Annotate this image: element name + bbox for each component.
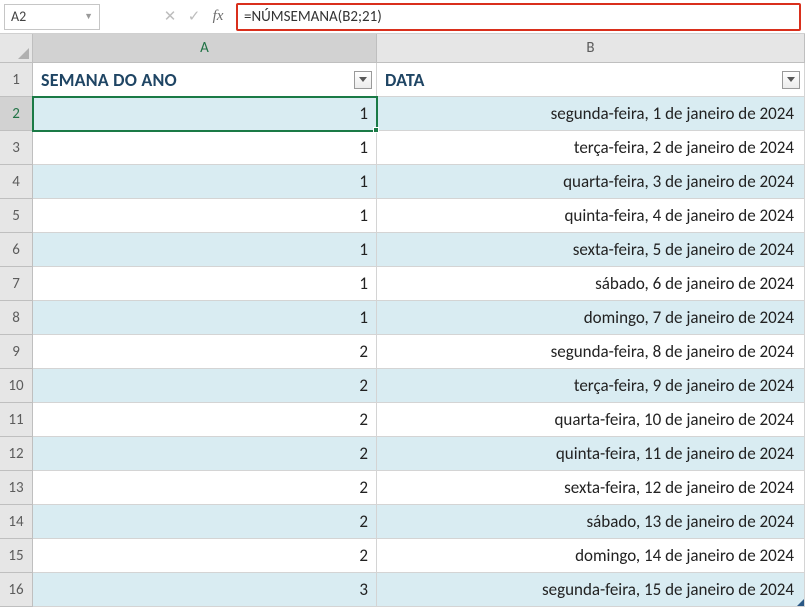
- insert-function-button[interactable]: fx: [206, 4, 230, 30]
- cell[interactable]: sábado, 13 de janeiro de 2024: [377, 505, 805, 539]
- cell[interactable]: 1: [33, 131, 377, 165]
- row-header[interactable]: 1: [0, 63, 33, 97]
- chevron-down-icon[interactable]: ▼: [84, 11, 93, 22]
- table-row: 2quarta-feira, 10 de janeiro de 2024: [33, 403, 805, 437]
- row-header[interactable]: 14: [0, 505, 33, 539]
- cell[interactable]: 2: [33, 539, 377, 573]
- name-box-value: A2: [11, 8, 26, 25]
- filter-dropdown-icon[interactable]: [354, 71, 372, 89]
- cell[interactable]: segunda-feira, 8 de janeiro de 2024: [377, 335, 805, 369]
- table-row: 2quinta-feira, 11 de janeiro de 2024: [33, 437, 805, 471]
- table-row: 1sábado, 6 de janeiro de 2024: [33, 267, 805, 301]
- table-row: 2sábado, 13 de janeiro de 2024: [33, 505, 805, 539]
- cell[interactable]: 2: [33, 403, 377, 437]
- cell[interactable]: domingo, 7 de janeiro de 2024: [377, 301, 805, 335]
- cell[interactable]: 1: [33, 233, 377, 267]
- table-row: 1domingo, 7 de janeiro de 2024: [33, 301, 805, 335]
- table-row: 3segunda-feira, 15 de janeiro de 2024: [33, 573, 805, 607]
- cell[interactable]: segunda-feira, 15 de janeiro de 2024: [377, 573, 805, 607]
- table-row: 1sexta-feira, 5 de janeiro de 2024: [33, 233, 805, 267]
- cell[interactable]: 1: [33, 301, 377, 335]
- row-header[interactable]: 11: [0, 403, 33, 437]
- cell[interactable]: 1: [33, 267, 377, 301]
- row-header[interactable]: 4: [0, 165, 33, 199]
- formula-bar: A2 ▼ ✕ ✓ fx =NÚMSEMANA(B2;21): [0, 0, 805, 34]
- cell[interactable]: terça-feira, 2 de janeiro de 2024: [377, 131, 805, 165]
- table-row: SEMANA DO ANODATA: [33, 63, 805, 97]
- cell[interactable]: 1: [33, 165, 377, 199]
- table-row: 1segunda-feira, 1 de janeiro de 2024: [33, 97, 805, 131]
- row-header[interactable]: 5: [0, 199, 33, 233]
- cell[interactable]: quarta-feira, 10 de janeiro de 2024: [377, 403, 805, 437]
- cell[interactable]: 1: [33, 97, 377, 131]
- cell[interactable]: quinta-feira, 4 de janeiro de 2024: [377, 199, 805, 233]
- cell[interactable]: 2: [33, 369, 377, 403]
- table-row: 2segunda-feira, 8 de janeiro de 2024: [33, 335, 805, 369]
- table-row: 1quarta-feira, 3 de janeiro de 2024: [33, 165, 805, 199]
- table-header-cell[interactable]: DATA: [377, 63, 805, 97]
- cell[interactable]: sexta-feira, 12 de janeiro de 2024: [377, 471, 805, 505]
- fill-handle[interactable]: [373, 127, 379, 133]
- cell[interactable]: quinta-feira, 11 de janeiro de 2024: [377, 437, 805, 471]
- cell[interactable]: 2: [33, 335, 377, 369]
- table-row: 2domingo, 14 de janeiro de 2024: [33, 539, 805, 573]
- row-header[interactable]: 3: [0, 131, 33, 165]
- table-row: 1quinta-feira, 4 de janeiro de 2024: [33, 199, 805, 233]
- formula-text: =NÚMSEMANA(B2;21): [244, 8, 382, 26]
- row-header[interactable]: 9: [0, 335, 33, 369]
- table-header-cell[interactable]: SEMANA DO ANO: [33, 63, 377, 97]
- row-header[interactable]: 6: [0, 233, 33, 267]
- cell[interactable]: 2: [33, 505, 377, 539]
- row-header[interactable]: 13: [0, 471, 33, 505]
- formula-input[interactable]: =NÚMSEMANA(B2;21): [236, 3, 801, 31]
- check-icon: ✓: [188, 7, 201, 26]
- cell[interactable]: quarta-feira, 3 de janeiro de 2024: [377, 165, 805, 199]
- cell[interactable]: domingo, 14 de janeiro de 2024: [377, 539, 805, 573]
- cell[interactable]: segunda-feira, 1 de janeiro de 2024: [377, 97, 805, 131]
- select-all-corner[interactable]: [0, 34, 33, 63]
- cell[interactable]: sábado, 6 de janeiro de 2024: [377, 267, 805, 301]
- filter-dropdown-icon[interactable]: [782, 71, 800, 89]
- row-header[interactable]: 7: [0, 267, 33, 301]
- cell[interactable]: terça-feira, 9 de janeiro de 2024: [377, 369, 805, 403]
- cancel-formula-button[interactable]: ✕: [158, 4, 182, 30]
- row-headers: 12345678910111213141516: [0, 63, 33, 607]
- column-headers: A B: [33, 34, 805, 63]
- name-box[interactable]: A2 ▼: [4, 4, 100, 30]
- data-body: SEMANA DO ANODATA1segunda-feira, 1 de ja…: [33, 63, 805, 607]
- cell[interactable]: 2: [33, 471, 377, 505]
- cell[interactable]: 3: [33, 573, 377, 607]
- row-header[interactable]: 10: [0, 369, 33, 403]
- row-header[interactable]: 16: [0, 573, 33, 607]
- column-header-A[interactable]: A: [33, 34, 377, 63]
- spreadsheet-grid: 12345678910111213141516 A B SEMANA DO AN…: [0, 34, 805, 585]
- row-header[interactable]: 15: [0, 539, 33, 573]
- cell[interactable]: sexta-feira, 5 de janeiro de 2024: [377, 233, 805, 267]
- table-row: 1terça-feira, 2 de janeiro de 2024: [33, 131, 805, 165]
- cell[interactable]: 2: [33, 437, 377, 471]
- row-header[interactable]: 2: [0, 97, 33, 131]
- row-header[interactable]: 12: [0, 437, 33, 471]
- table-row: 2sexta-feira, 12 de janeiro de 2024: [33, 471, 805, 505]
- fx-icon: fx: [213, 8, 224, 25]
- close-icon: ✕: [164, 7, 177, 26]
- row-header[interactable]: 8: [0, 301, 33, 335]
- cell[interactable]: 1: [33, 199, 377, 233]
- table-resize-handle[interactable]: [797, 599, 804, 606]
- table-row: 2terça-feira, 9 de janeiro de 2024: [33, 369, 805, 403]
- confirm-formula-button[interactable]: ✓: [182, 4, 206, 30]
- column-header-B[interactable]: B: [377, 34, 805, 63]
